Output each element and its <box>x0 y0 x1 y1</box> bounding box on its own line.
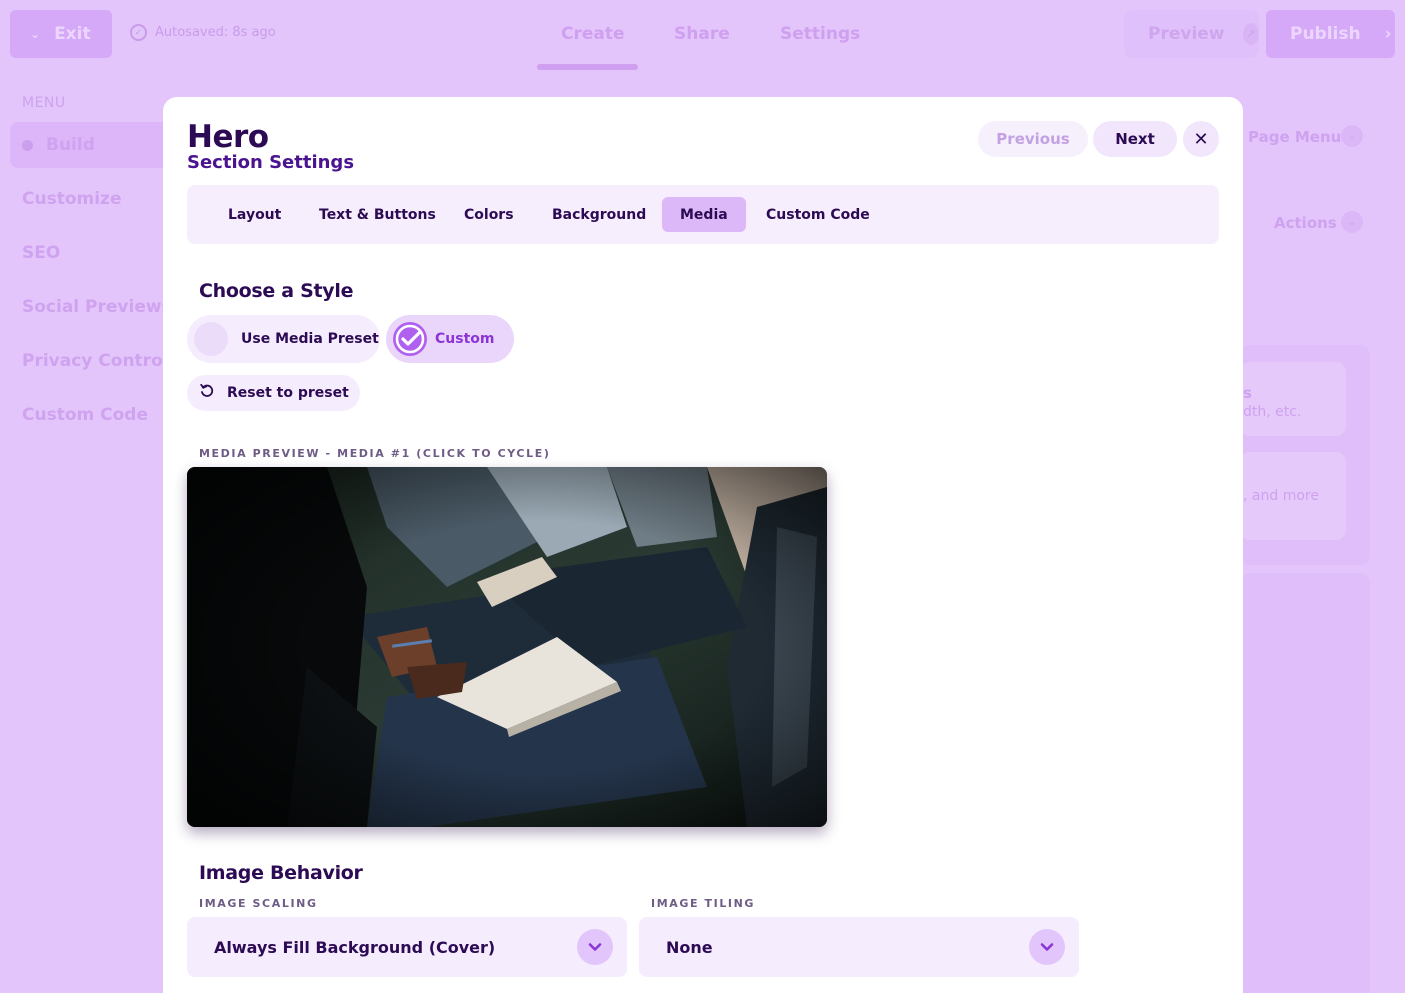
image-scaling-value: Always Fill Background (Cover) <box>214 937 496 957</box>
close-button[interactable]: ✕ <box>1183 121 1219 157</box>
sidebar-item-seo[interactable]: SEO <box>22 243 60 263</box>
exit-label: Exit <box>54 24 91 44</box>
menu-heading: MENU <box>22 95 66 111</box>
style-option-custom[interactable]: Custom <box>386 315 514 363</box>
preview-label: Preview <box>1148 24 1225 44</box>
panel-option-sub: dth, etc. <box>1243 404 1302 420</box>
reset-icon <box>199 383 215 403</box>
image-tiling-label: IMAGE TILING <box>651 897 756 910</box>
dot-icon <box>22 140 33 151</box>
panel-option[interactable] <box>1240 362 1346 436</box>
image-behavior-heading: Image Behavior <box>199 862 363 884</box>
autosave-text: Autosaved: 8s ago <box>155 25 276 40</box>
actions-label[interactable]: Actions <box>1274 214 1337 232</box>
sidebar-item-custom-code[interactable]: Custom Code <box>22 405 148 425</box>
publish-button[interactable]: Publish › <box>1266 10 1395 58</box>
tab-create[interactable]: Create <box>561 24 625 44</box>
check-circle-icon: ✓ <box>130 24 147 41</box>
reset-to-preset-button[interactable]: Reset to preset <box>187 375 360 411</box>
modal-subtitle: Section Settings <box>187 152 355 173</box>
radio-empty-icon <box>194 322 228 356</box>
previous-button[interactable]: Previous <box>978 121 1088 157</box>
tab-layout[interactable]: Layout <box>210 197 299 232</box>
check-circle-icon <box>393 322 427 356</box>
panel-card <box>1240 573 1370 993</box>
sidebar-item-social-previews[interactable]: Social Previews <box>22 297 172 317</box>
chevron-down-icon <box>1029 929 1065 965</box>
tab-custom-code[interactable]: Custom Code <box>748 197 888 232</box>
page-menu-label[interactable]: Page Menu <box>1248 128 1341 146</box>
style-option-label: Custom <box>435 331 495 347</box>
modal-title: Hero <box>187 119 269 155</box>
reset-label: Reset to preset <box>227 385 349 401</box>
top-bar: ⌄ Exit ✓ Autosaved: 8s ago Create Share … <box>0 0 1405 70</box>
image-scaling-label: IMAGE SCALING <box>199 897 318 910</box>
chevron-down-icon <box>577 929 613 965</box>
publish-label: Publish <box>1290 24 1361 44</box>
tab-colors[interactable]: Colors <box>446 197 532 232</box>
sidebar-item-privacy-controls[interactable]: Privacy Controls <box>22 351 179 371</box>
close-icon: ✕ <box>1193 128 1209 150</box>
autosave-status: ✓ Autosaved: 8s ago <box>130 24 276 41</box>
image-scaling-select[interactable]: Always Fill Background (Cover) <box>187 917 627 977</box>
image-tiling-value: None <box>666 937 713 957</box>
tab-text-buttons[interactable]: Text & Buttons <box>301 197 454 232</box>
sidebar-item-customize[interactable]: Customize <box>22 189 121 209</box>
panel-option-sub: , and more <box>1243 488 1319 504</box>
active-tab-indicator <box>537 64 638 70</box>
preview-button[interactable]: Preview ↗ <box>1124 10 1259 58</box>
choose-style-heading: Choose a Style <box>199 280 354 302</box>
audience-photo <box>187 467 827 827</box>
chevron-down-icon: ⌄ <box>30 27 41 41</box>
style-option-label: Use Media Preset <box>241 331 379 347</box>
panel-option-title: s <box>1243 384 1252 402</box>
media-preview-image[interactable] <box>187 467 827 827</box>
chevron-down-icon: ⌄ <box>1341 211 1363 233</box>
exit-button[interactable]: ⌄ Exit <box>10 10 112 58</box>
chevron-right-icon: › <box>1384 24 1392 44</box>
external-arrow-icon: ↗ <box>1242 23 1259 45</box>
settings-tabs: Layout Text & Buttons Colors Background … <box>187 185 1219 244</box>
media-preview-label: MEDIA PREVIEW - MEDIA #1 (CLICK TO CYCLE… <box>199 447 551 460</box>
style-option-media-preset[interactable]: Use Media Preset <box>187 315 380 363</box>
tab-settings[interactable]: Settings <box>780 24 860 44</box>
next-button[interactable]: Next <box>1093 121 1177 157</box>
image-tiling-select[interactable]: None <box>639 917 1079 977</box>
sidebar-item-build[interactable]: Build <box>46 135 95 155</box>
chevron-down-icon: ⌄ <box>1341 125 1363 147</box>
tab-share[interactable]: Share <box>674 24 730 44</box>
tab-background[interactable]: Background <box>534 197 664 232</box>
section-settings-modal: Hero Section Settings Previous Next ✕ La… <box>163 97 1243 993</box>
tab-media[interactable]: Media <box>662 197 746 232</box>
